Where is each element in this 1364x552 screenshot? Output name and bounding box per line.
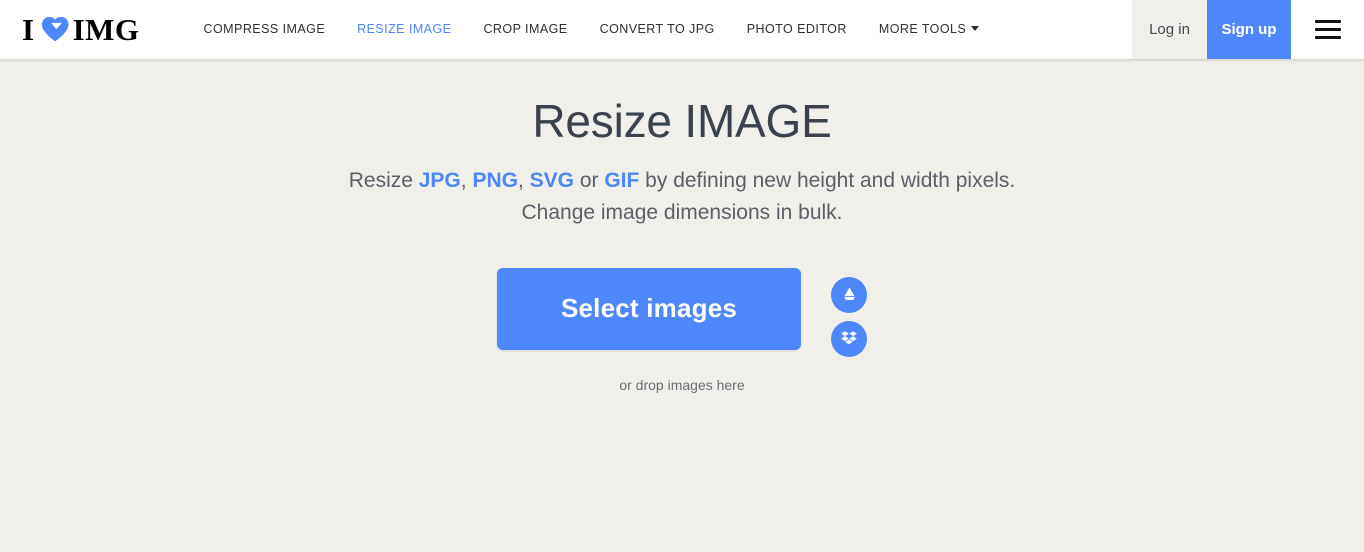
nav-more-tools[interactable]: MORE TOOLS (863, 0, 995, 59)
subtitle-prefix: Resize (348, 168, 419, 192)
subtitle-sep: , (517, 168, 530, 192)
google-drive-button[interactable] (831, 276, 867, 313)
hamburger-bar (1314, 28, 1341, 31)
heart-icon (40, 14, 70, 44)
drop-images-hint: or drop images here (619, 376, 745, 393)
hamburger-bar (1314, 20, 1341, 23)
subtitle-sep: , (460, 168, 473, 192)
subtitle-sep: or (574, 168, 605, 192)
nav-label: CONVERT TO JPG (599, 22, 715, 36)
nav-label: MORE TOOLS (878, 22, 967, 36)
nav-photo-editor[interactable]: PHOTO EDITOR (731, 0, 863, 59)
nav-resize-image[interactable]: RESIZE IMAGE (341, 0, 467, 59)
nav-crop-image[interactable]: CROP IMAGE (467, 0, 583, 59)
site-header: I IMG COMPRESS IMAGE RESIZE IMAGE CROP I… (0, 0, 1364, 59)
nav-label: PHOTO EDITOR (746, 22, 847, 36)
page-subtitle: Resize JPG, PNG, SVG or GIF by defining … (0, 165, 1364, 229)
hamburger-bar (1314, 36, 1341, 39)
google-drive-icon (840, 284, 859, 306)
dropbox-button[interactable] (831, 320, 867, 357)
select-images-button[interactable]: Select images (497, 267, 801, 350)
cloud-import-buttons (831, 268, 867, 357)
nav-label: RESIZE IMAGE (357, 22, 452, 36)
nav-label: CROP IMAGE (483, 22, 568, 36)
login-button[interactable]: Log in (1132, 0, 1207, 59)
format-jpg: JPG (418, 168, 461, 192)
logo-text-img: IMG (72, 12, 140, 47)
nav-label: COMPRESS IMAGE (203, 22, 326, 36)
format-png: PNG (472, 168, 518, 192)
signup-button[interactable]: Sign up (1207, 0, 1291, 59)
header-actions: Log in Sign up (1132, 0, 1364, 59)
main-content: Resize IMAGE Resize JPG, PNG, SVG or GIF… (0, 59, 1364, 393)
upload-area: Select images (0, 267, 1364, 357)
logo-letter-i: I (22, 12, 35, 47)
main-navigation: COMPRESS IMAGE RESIZE IMAGE CROP IMAGE C… (188, 0, 1132, 59)
hamburger-menu-icon[interactable] (1291, 0, 1364, 59)
format-svg: SVG (529, 168, 574, 192)
chevron-down-icon (971, 26, 980, 32)
upload-controls: Select images (497, 267, 867, 357)
nav-convert-to-jpg[interactable]: CONVERT TO JPG (584, 0, 731, 59)
nav-compress-image[interactable]: COMPRESS IMAGE (188, 0, 342, 59)
subtitle-suffix: by defining new height and width pixels. (639, 168, 1016, 192)
site-logo[interactable]: I IMG (0, 0, 150, 59)
subtitle-line-2: Change image dimensions in bulk. (521, 200, 843, 224)
format-gif: GIF (604, 168, 640, 192)
page-title: Resize IMAGE (532, 95, 832, 147)
dropbox-icon (840, 328, 858, 349)
